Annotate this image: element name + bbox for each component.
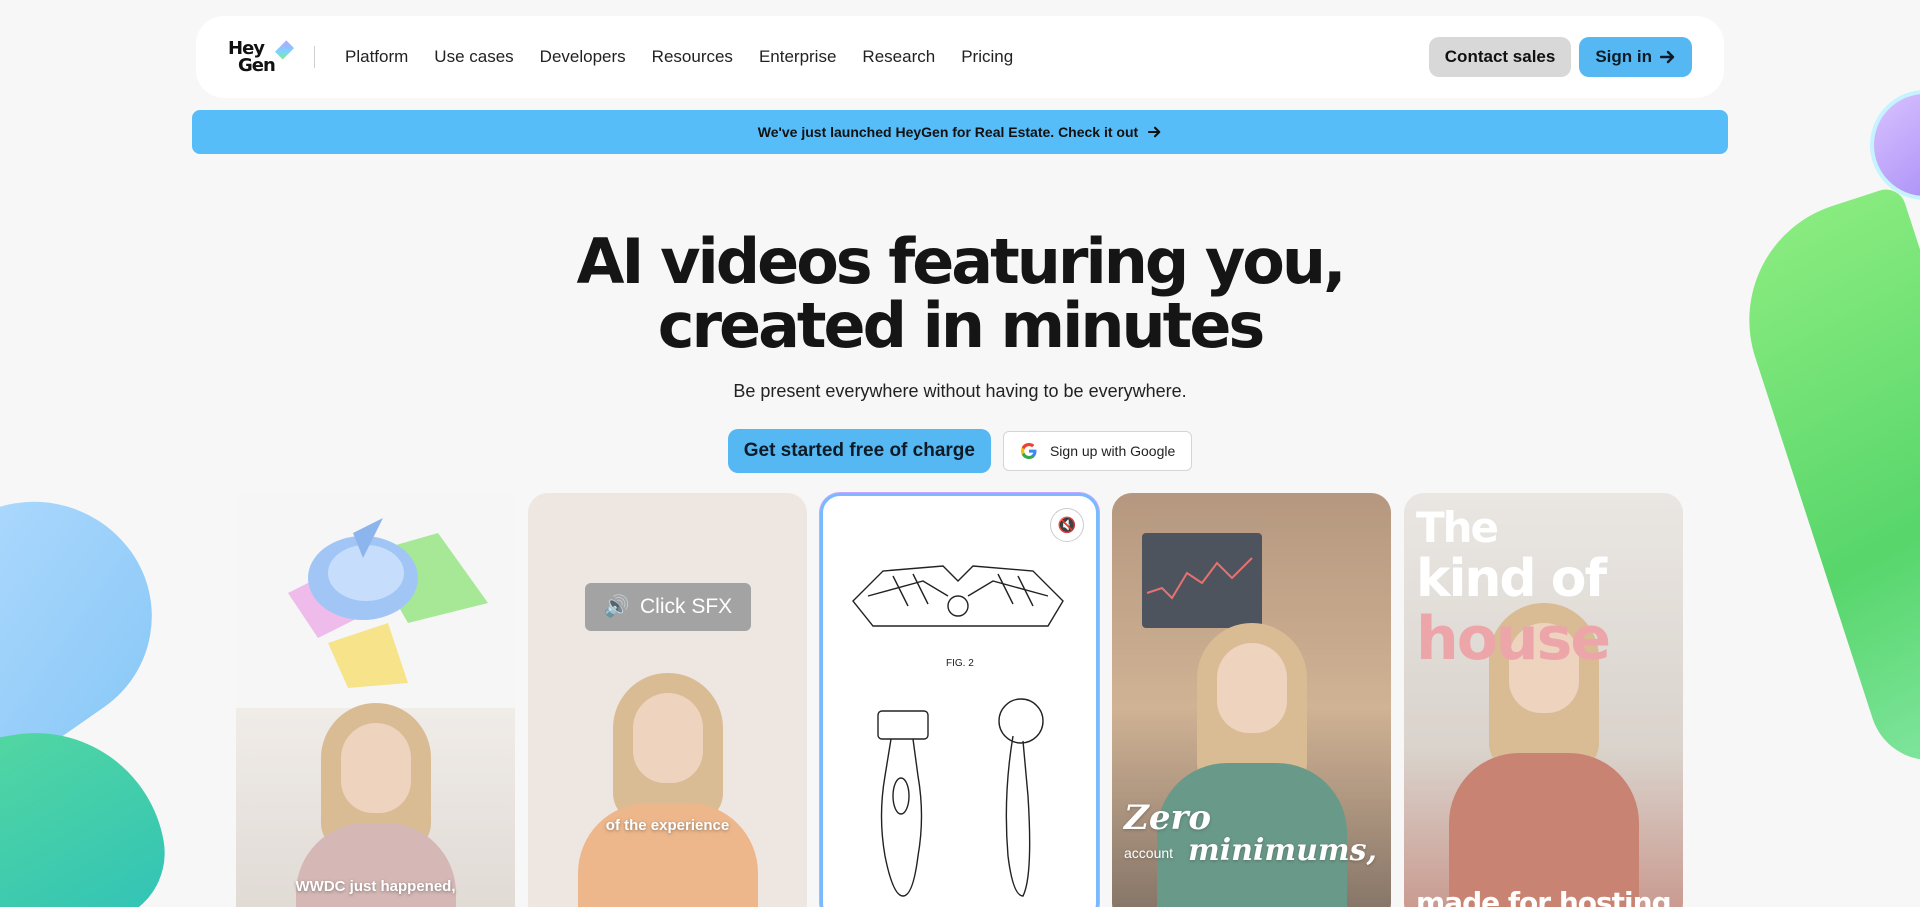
patent-drawing [852,565,1064,897]
figure-label: FIG. 2 [946,658,974,669]
fade-overlay [236,493,515,907]
get-started-button[interactable]: Get started free of charge [727,429,991,473]
google-icon [1020,443,1037,459]
decorative-shape-purple [1870,90,1920,200]
logo-gem-icon [274,40,295,60]
video-card-5[interactable]: The kind of house made for hosting [1404,493,1683,907]
fade-overlay [1112,493,1391,907]
logo-text-bottom: Gen [238,55,276,76]
fade-overlay [528,493,807,907]
announcement-banner[interactable]: We've just launched HeyGen for Real Esta… [192,110,1728,154]
nav-link-use-cases[interactable]: Use cases [434,47,513,67]
fade-overlay [1404,493,1683,907]
decorative-shape-blue [0,454,196,776]
nav-link-resources[interactable]: Resources [652,47,733,67]
heygen-logo[interactable]: Hey Gen [228,40,295,76]
cta-row: Get started free of charge Sign up with … [0,429,1920,473]
hero-subtitle: Be present everywhere without having to … [733,381,1187,401]
hero-title: AI videos featuring you, created in minu… [0,230,1920,358]
video-card-1[interactable]: WWDC just happened, [236,493,515,907]
google-signup-label: Sign up with Google [1049,443,1176,459]
nav-link-enterprise[interactable]: Enterprise [759,47,836,67]
hero-title-line-1: AI videos featuring you, [576,225,1346,298]
nav-link-research[interactable]: Research [862,47,935,67]
nav-link-pricing[interactable]: Pricing [961,47,1013,67]
decorative-shape-teal [0,712,176,907]
nav-link-platform[interactable]: Platform [345,47,408,67]
nav-actions: Contact sales Sign in [1428,37,1692,77]
arrow-right-icon [1660,50,1675,64]
google-signup-button[interactable]: Sign up with Google [1002,431,1193,471]
banner-text: We've just launched HeyGen for Real Esta… [757,124,1139,140]
video-card-2[interactable]: 🔊 Click SFX of the experience [528,493,807,907]
arrow-right-icon [1148,126,1161,138]
video-card-4[interactable]: Zero account minimums, [1112,493,1391,907]
top-navigation: Hey Gen Platform Use cases Developers Re… [196,16,1724,98]
nav-link-developers[interactable]: Developers [540,47,626,67]
sign-in-button[interactable]: Sign in [1579,37,1692,77]
hero-title-line-2: created in minutes [657,289,1266,362]
contact-sales-button[interactable]: Contact sales [1428,37,1572,77]
video-card-3[interactable]: 🔇 FIG. 2 [820,493,1099,907]
nav-links: Platform Use cases Developers Resources … [345,47,1013,67]
nav-divider [314,46,315,68]
sign-in-label: Sign in [1595,47,1652,66]
